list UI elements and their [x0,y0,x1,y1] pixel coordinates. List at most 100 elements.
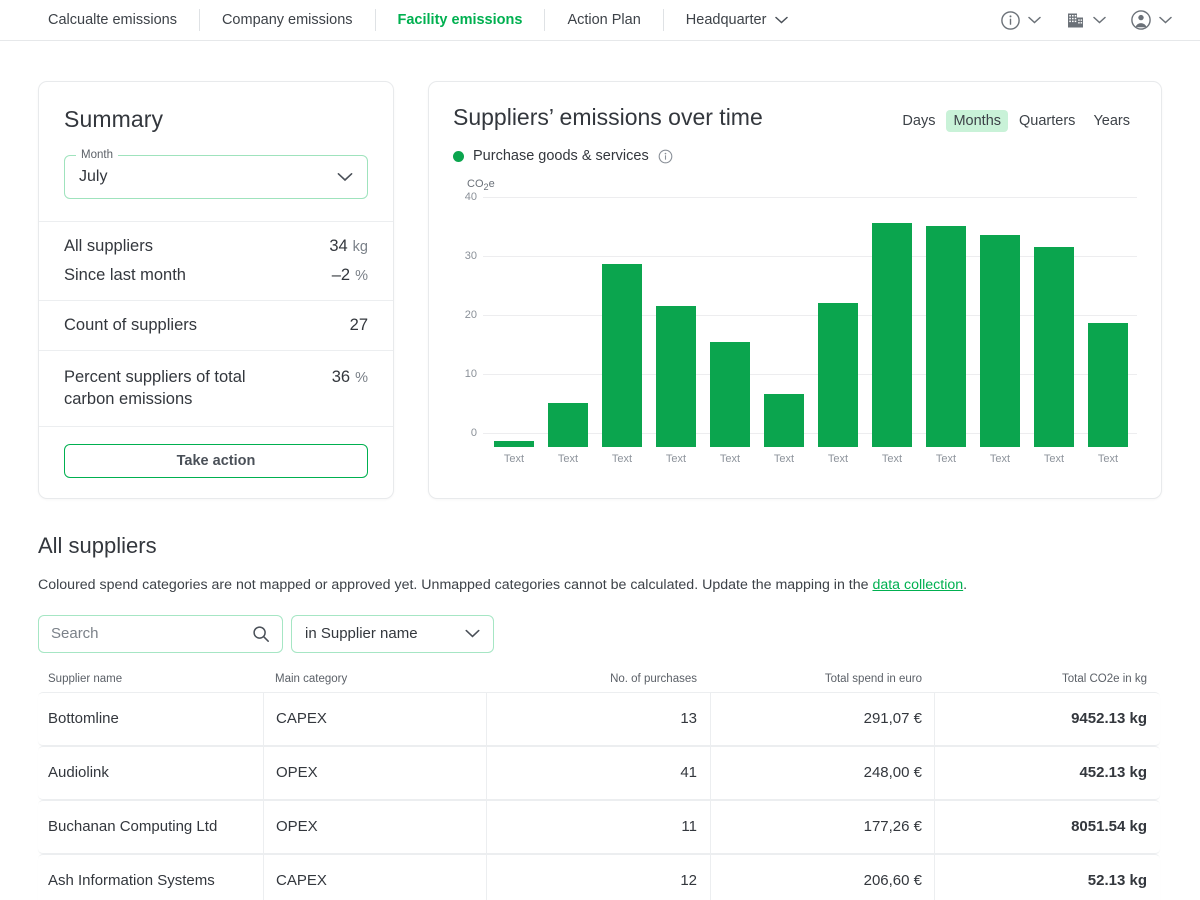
chart-x-label: Text [827,453,849,466]
chart-x-label: Text [881,453,903,466]
nav-item-facility-emissions[interactable]: Facility emissions [376,13,545,28]
chart-bar[interactable] [980,234,1020,448]
chart-x-label: Text [719,453,741,466]
table-row[interactable]: Bottomline CAPEX 13 291,07 €9452.13 kg [38,691,1160,746]
chart-legend: Purchase goods & services [453,148,1137,164]
chart-bar[interactable] [818,302,858,448]
column-header-no-of-purchases[interactable]: No. of purchases [486,673,710,685]
column-header-supplier-name[interactable]: Supplier name [38,673,263,685]
tab-days[interactable]: Days [895,110,942,132]
search-box[interactable] [38,614,283,653]
mapping-note-text: Coloured spend categories are not mapped… [38,576,873,593]
chart-bar[interactable] [1088,323,1128,448]
chart-bar[interactable] [656,305,696,448]
info-icon[interactable] [658,149,673,164]
month-select-label: Month [76,149,118,161]
summary-title: Summary [64,106,164,132]
chart-bar-slot [865,211,919,448]
column-header-main-category[interactable]: Main category [263,673,486,685]
facility-selector-label: Headquarter [685,12,767,28]
summary-row-count-of-suppliers: Count of suppliers 27 [64,311,368,340]
chart-x-label: Text [935,453,957,466]
summary-header: Summary Month July [39,82,393,221]
nav-item-action-plan[interactable]: Action Plan [545,13,662,28]
search-scope-select[interactable]: in Supplier name [291,614,494,653]
account-menu[interactable] [1130,9,1172,31]
chart-x-label: Text [611,453,633,466]
chart-range-tabs: Days Months Quarters Years [895,110,1137,132]
summary-row-label: Count of suppliers [64,316,197,334]
summary-row-percent-of-total: Percent suppliers of total carbon emissi… [64,361,368,416]
cell-no-of-purchases: 13 [486,692,710,745]
cell-total-co2e: 52.13 kg [934,854,1160,900]
search-input[interactable] [51,625,252,643]
chevron-down-icon [1159,16,1172,24]
summary-metrics: All suppliers 34 kg Since last month –2% … [39,221,393,427]
data-collection-link[interactable]: data collection [872,577,963,593]
nav-right-icons [1000,0,1172,40]
column-header-total-spend[interactable]: Total spend in euro [710,673,934,685]
legend-label: Purchase goods & services [473,148,649,164]
tab-quarters[interactable]: Quarters [1012,110,1082,132]
summary-row-value: 36% [332,368,368,387]
cell-total-spend: 291,07 € [710,692,934,745]
chart-bar-slot [541,211,595,448]
info-menu[interactable] [1000,10,1041,31]
tab-months[interactable]: Months [946,110,1009,132]
chevron-down-icon [337,172,353,182]
y-tick-30: 30 [464,250,477,263]
nav-item-company-emissions[interactable]: Company emissions [200,13,375,28]
month-select[interactable]: Month July [64,149,368,199]
chart-bar-slot [703,211,757,448]
summary-row-number: 36 [331,368,351,386]
chart-bar[interactable] [494,441,534,448]
chart-x-label: Text [665,453,687,466]
chart-bar[interactable] [548,402,588,448]
y-tick-0: 0 [470,427,477,440]
chart-bar-slot [973,211,1027,448]
table-body: Bottomline CAPEX 13 291,07 €9452.13 kg Audio… [38,691,1160,900]
summary-row-number: –2 [331,266,351,284]
chevron-down-icon [1093,16,1106,24]
chart-x-label: Text [989,453,1011,466]
search-icon[interactable] [252,625,270,643]
take-action-container: Take action [39,427,393,498]
summary-row-unit: % [355,370,368,386]
mapping-note-suffix: . [963,576,968,593]
chart-bar[interactable] [764,394,804,448]
facility-selector-dropdown[interactable]: Headquarter [664,12,807,28]
chart-bar-slot [1027,211,1081,448]
chart-bars [487,211,1135,448]
chart-x-label: Text [503,453,525,466]
chart-bar[interactable] [926,225,966,448]
page-content: Summary Month July All suppliers 34 kg S… [0,81,1200,900]
chart-title: Suppliers’ emissions over time [453,104,763,130]
column-header-total-co2e[interactable]: Total CO2e in kg [934,673,1160,685]
search-scope-value: in Supplier name [305,625,418,643]
table-row[interactable]: Buchanan Computing Ltd OPEX 11 177,26 €8051… [38,799,1160,854]
tab-years[interactable]: Years [1086,110,1137,132]
chevron-down-icon [775,16,789,24]
chart-bar-slot [1081,211,1135,448]
chart-bar[interactable] [872,223,912,448]
facility-menu[interactable] [1065,10,1106,31]
chart-bar-slot [811,211,865,448]
all-suppliers-title: All suppliers [38,532,157,558]
legend-color-swatch [453,150,464,162]
cell-supplier-name: Buchanan Computing Ltd [48,818,218,836]
chart-bar[interactable] [602,264,642,448]
cell-no-of-purchases: 12 [486,854,710,900]
take-action-button[interactable]: Take action [64,443,368,478]
table-row[interactable]: Audiolink OPEX 41 248,00 €452.13 kg [38,745,1160,800]
nav-item-calculate-emissions[interactable]: Calcualte emissions [26,13,199,28]
summary-row-label: Since last month [64,266,186,284]
cell-supplier-name: Bottomline [48,710,119,728]
chart-bar-slot [757,211,811,448]
table-row[interactable]: Ash Information Systems CAPEX 12 206,60 €52… [38,853,1160,900]
summary-row-label: Percent suppliers of total carbon emissi… [64,368,246,409]
cell-total-co2e: 8051.54 kg [934,800,1160,853]
summary-row-unit: % [355,268,368,284]
chart-bar[interactable] [710,342,750,448]
cell-no-of-purchases: 41 [486,746,710,799]
chart-bar[interactable] [1034,246,1074,448]
